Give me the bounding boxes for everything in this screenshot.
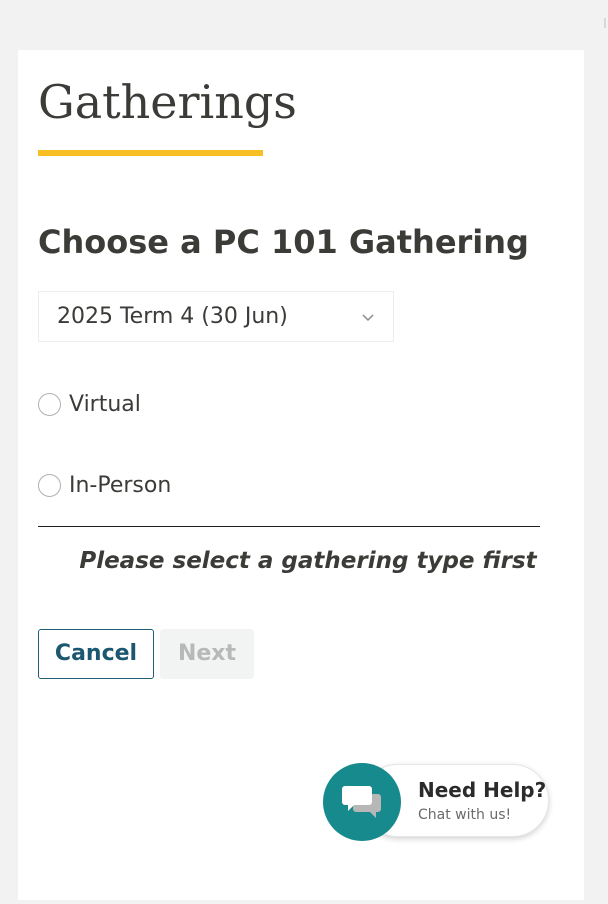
radio-virtual[interactable] <box>38 393 61 416</box>
help-chat-widget[interactable]: Need Help? Chat with us! <box>323 763 551 841</box>
radio-label-in-person[interactable]: In-Person <box>69 471 171 501</box>
section-heading: Choose a PC 101 Gathering <box>38 223 529 261</box>
chevron-down-icon <box>362 314 374 322</box>
validation-hint: Please select a gathering type first <box>79 548 537 574</box>
term-select[interactable]: 2025 Term 4 (30 Jun) <box>38 291 394 342</box>
help-circle[interactable] <box>323 763 401 841</box>
help-title[interactable]: Need Help? <box>418 778 546 802</box>
divider <box>38 526 540 527</box>
radio-label-virtual[interactable]: Virtual <box>69 390 141 420</box>
help-subtitle[interactable]: Chat with us! <box>418 806 511 824</box>
radio-in-person[interactable] <box>38 474 61 497</box>
gatherings-card: Gatherings Choose a PC 101 Gathering 202… <box>18 50 584 900</box>
next-button[interactable]: Next <box>160 629 254 679</box>
chat-bubbles-icon <box>342 786 381 818</box>
cancel-button[interactable]: Cancel <box>38 629 154 679</box>
scrollbar-hint <box>604 18 606 28</box>
term-select-value: 2025 Term 4 (30 Jun) <box>57 304 288 329</box>
title-underline <box>38 150 263 156</box>
page-title: Gatherings <box>38 75 297 129</box>
